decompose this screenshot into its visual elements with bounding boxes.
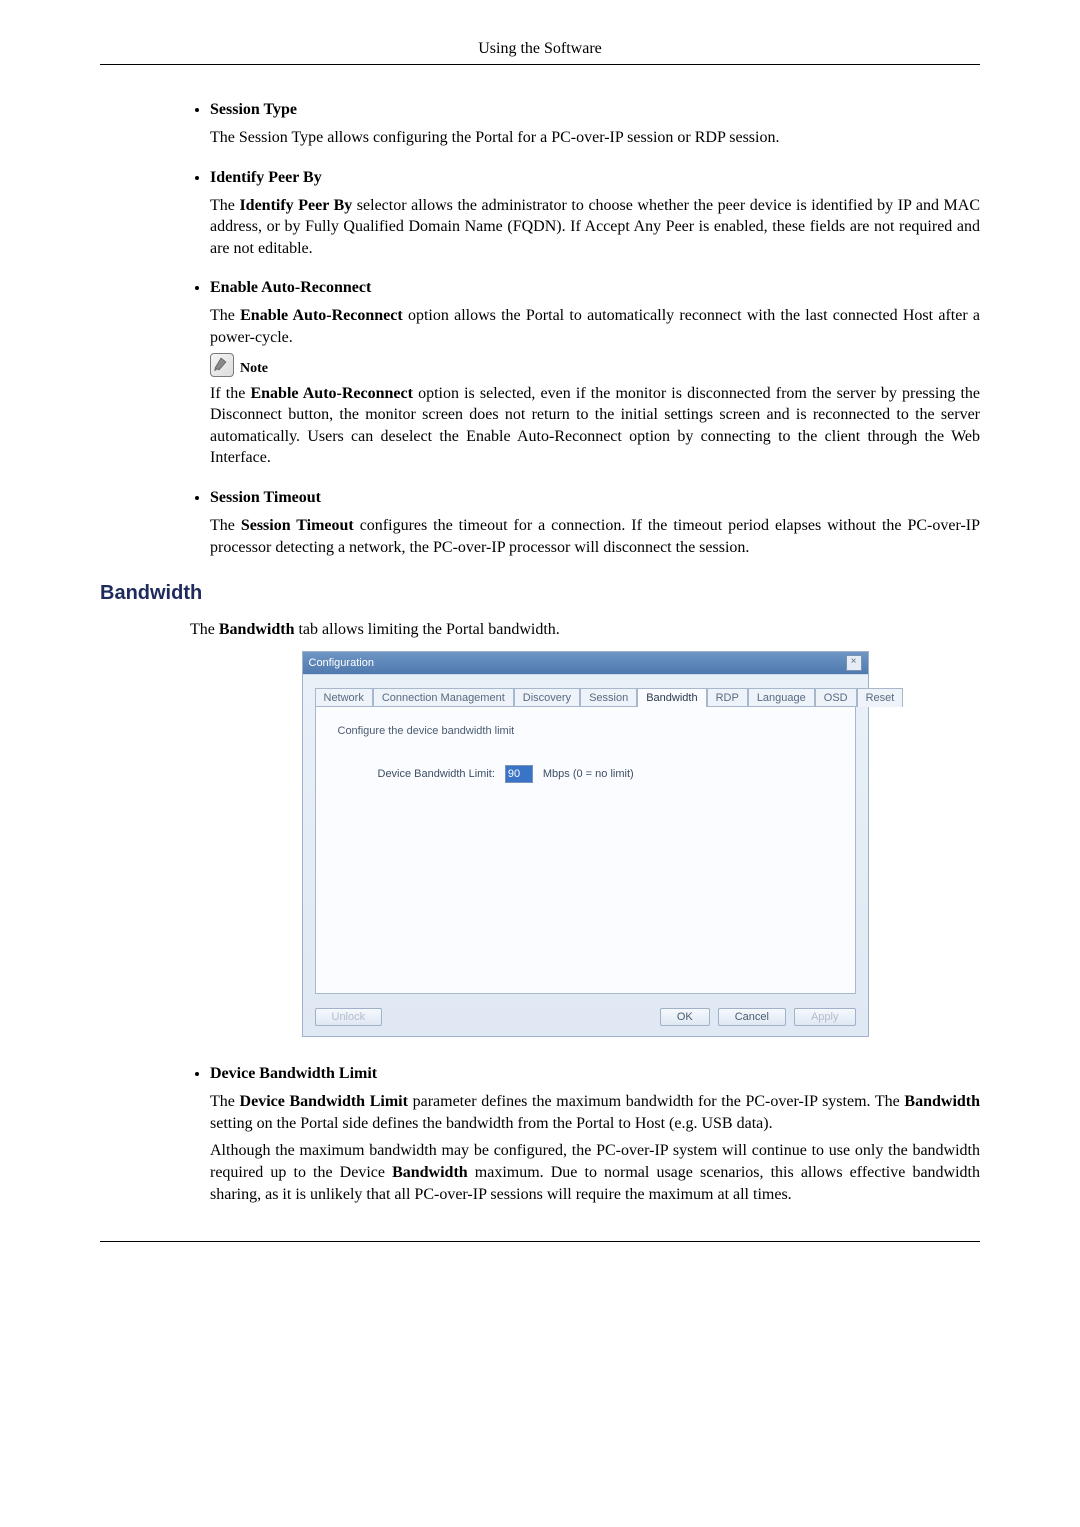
bullet-session-timeout: Session Timeout The Session Timeout conf… bbox=[210, 489, 980, 558]
tab-reset[interactable]: Reset bbox=[857, 688, 904, 707]
tab-session[interactable]: Session bbox=[580, 688, 637, 707]
dialog-titlebar: Configuration × bbox=[303, 652, 868, 674]
note-row: Note bbox=[210, 353, 980, 377]
bullet-auto-reconnect: Enable Auto-Reconnect The Enable Auto-Re… bbox=[210, 279, 980, 469]
tab-bandwidth[interactable]: Bandwidth bbox=[637, 688, 706, 707]
tab-discovery[interactable]: Discovery bbox=[514, 688, 580, 707]
tab-osd[interactable]: OSD bbox=[815, 688, 857, 707]
bullet-title: Device Bandwidth Limit bbox=[210, 1065, 980, 1083]
tab-panel-bandwidth: Configure the device bandwidth limit Dev… bbox=[315, 706, 856, 994]
header-divider bbox=[100, 64, 980, 65]
bullet-identify-peer: Identify Peer By The Identify Peer By se… bbox=[210, 169, 980, 260]
tab-connection-management[interactable]: Connection Management bbox=[373, 688, 514, 707]
note-label: Note bbox=[240, 361, 268, 376]
bandwidth-limit-label: Device Bandwidth Limit: bbox=[378, 768, 495, 780]
ok-button[interactable]: OK bbox=[660, 1008, 710, 1026]
tab-network[interactable]: Network bbox=[315, 688, 373, 707]
dialog-title: Configuration bbox=[309, 657, 374, 669]
unlock-button[interactable]: Unlock bbox=[315, 1008, 383, 1026]
bullet-paragraph: The Enable Auto-Reconnect option allows … bbox=[210, 305, 980, 348]
close-icon[interactable]: × bbox=[846, 655, 862, 671]
note-icon bbox=[210, 353, 234, 377]
bandwidth-limit-units: Mbps (0 = no limit) bbox=[543, 768, 634, 780]
bullet-title: Enable Auto-Reconnect bbox=[210, 279, 980, 297]
footer-divider bbox=[100, 1241, 980, 1242]
bullet-paragraph: The Device Bandwidth Limit parameter def… bbox=[210, 1091, 980, 1134]
tab-rdp[interactable]: RDP bbox=[707, 688, 748, 707]
bullet-title: Identify Peer By bbox=[210, 169, 980, 187]
bullet-device-bandwidth-limit: Device Bandwidth Limit The Device Bandwi… bbox=[210, 1065, 980, 1205]
bullet-title: Session Type bbox=[210, 101, 980, 119]
bullet-session-type: Session Type The Session Type allows con… bbox=[210, 101, 980, 149]
tab-language[interactable]: Language bbox=[748, 688, 815, 707]
panel-instruction: Configure the device bandwidth limit bbox=[338, 725, 833, 737]
tab-strip: NetworkConnection ManagementDiscoverySes… bbox=[315, 687, 856, 706]
section-intro: The Bandwidth tab allows limiting the Po… bbox=[190, 621, 980, 639]
apply-button[interactable]: Apply bbox=[794, 1008, 856, 1026]
bullet-paragraph: The Session Timeout configures the timeo… bbox=[210, 515, 980, 558]
bandwidth-limit-input[interactable] bbox=[505, 765, 533, 783]
bullet-paragraph: The Identify Peer By selector allows the… bbox=[210, 195, 980, 260]
cancel-button[interactable]: Cancel bbox=[718, 1008, 786, 1026]
section-heading-bandwidth: Bandwidth bbox=[100, 582, 980, 605]
bullet-title: Session Timeout bbox=[210, 489, 980, 507]
bullet-paragraph: Although the maximum bandwidth may be co… bbox=[210, 1140, 980, 1205]
page-header-title: Using the Software bbox=[100, 40, 980, 58]
bullet-paragraph: The Session Type allows configuring the … bbox=[210, 127, 980, 149]
bullet-paragraph: If the Enable Auto-Reconnect option is s… bbox=[210, 383, 980, 469]
config-dialog: Configuration × NetworkConnection Manage… bbox=[302, 651, 869, 1037]
